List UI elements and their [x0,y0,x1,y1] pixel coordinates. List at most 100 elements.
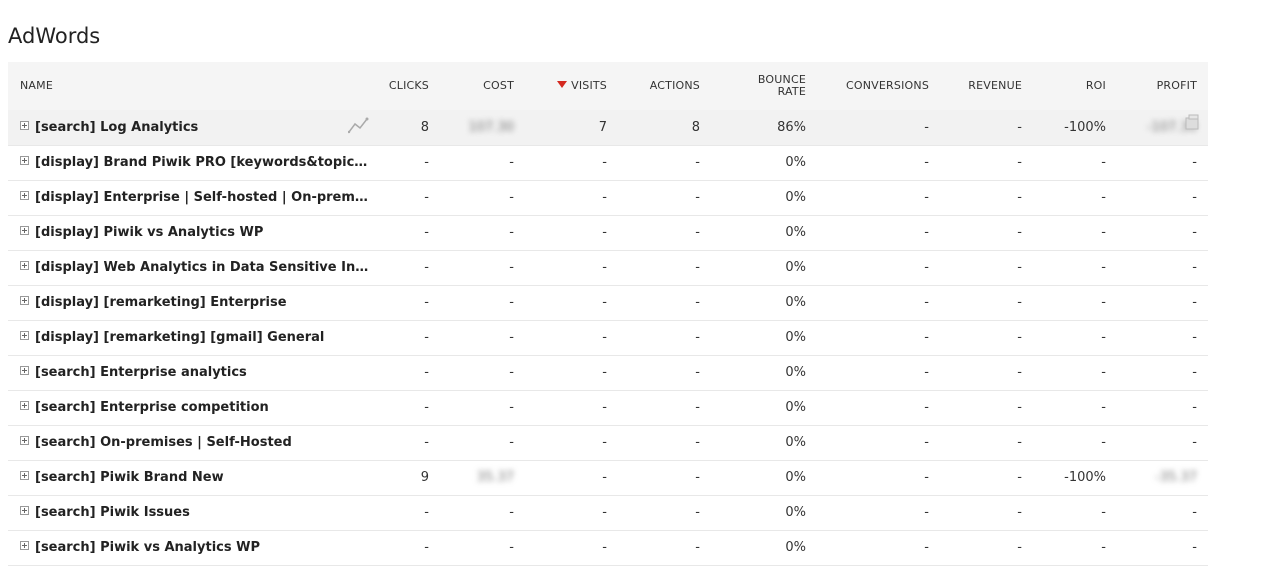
expand-plus-icon[interactable] [20,226,29,235]
cell-revenue-value: - [1017,295,1022,310]
row-actions-icon[interactable] [1184,113,1200,131]
expand-plus-icon[interactable] [20,191,29,200]
row-name-cell[interactable]: [display] Enterprise | Self-hosted | On-… [8,180,375,215]
cell-visits: - [525,355,618,390]
cell-conversions-value: - [924,400,929,415]
column-header-roi[interactable]: ROI [1033,62,1117,110]
column-header-revenue[interactable]: REVENUE [940,62,1033,110]
expand-plus-icon[interactable] [20,296,29,305]
table-row[interactable]: [search] Piwik Brand New 9 35.37 - - 0% - - -100… [8,460,1208,495]
expand-plus-icon[interactable] [20,541,29,550]
cell-profit: - [1117,425,1208,460]
column-header-actions[interactable]: ACTIONS [618,62,711,110]
cell-roi-value: - [1101,435,1106,450]
cell-conversions-value: - [924,330,929,345]
table-row[interactable]: [display] Enterprise | Self-hosted | On-… [8,180,1208,215]
cell-revenue-value: - [1017,505,1022,520]
table-row[interactable]: [search] Enterprise competition - - - - 0% - - -… [8,390,1208,425]
cell-roi-value: - [1101,505,1106,520]
expand-plus-icon[interactable] [20,261,29,270]
table-row[interactable]: [search] Piwik Issues - - - - 0% - - - - [8,495,1208,530]
row-name-cell[interactable]: [search] Piwik Issues [8,495,375,530]
cell-profit-value: - [1192,540,1197,555]
table-row[interactable]: [search] Piwik vs Analytics WP - - - - 0% - - - - [8,530,1208,565]
cell-profit-value: - [1192,295,1197,310]
table-row[interactable]: [display] Web Analytics in Data Sensitiv… [8,250,1208,285]
expand-plus-icon[interactable] [20,471,29,480]
cell-profit-value: - [1192,155,1197,170]
column-header-cost[interactable]: COST [440,62,525,110]
column-header-visits-label: VISITS [571,79,607,92]
row-label: [search] Enterprise analytics [35,365,247,380]
row-name-cell[interactable]: [search] Enterprise analytics [8,355,375,390]
cell-cost-value: - [509,260,514,275]
table-row[interactable]: [search] Enterprise analytics - - - - 0% - - - - [8,355,1208,390]
expand-plus-icon[interactable] [20,156,29,165]
cell-profit: - [1117,145,1208,180]
cell-cost: - [440,495,525,530]
cell-cost: - [440,145,525,180]
row-name-cell[interactable]: [display] Piwik vs Analytics WP [8,215,375,250]
cell-bounce-rate-value: 0% [785,435,806,450]
cell-clicks: - [375,390,440,425]
expand-plus-icon[interactable] [20,331,29,340]
cell-cost: - [440,390,525,425]
expand-plus-icon[interactable] [20,120,29,130]
row-label: [display] [remarketing] [gmail] General [35,330,325,345]
row-name-cell[interactable]: [search] Enterprise competition [8,390,375,425]
row-name-cell[interactable]: [search] Log Analytics [8,110,375,145]
column-header-visits[interactable]: VISITS [525,62,618,110]
cell-conversions: - [814,460,940,495]
cell-roi: -100% [1033,110,1117,145]
cell-cost-value: - [509,400,514,415]
cell-bounce-rate: 0% [711,425,814,460]
cell-roi-value: - [1101,155,1106,170]
row-label: [search] On-premises | Self-Hosted [35,435,292,450]
row-name-cell[interactable]: [display] [remarketing] Enterprise [8,285,375,320]
cell-clicks: 9 [375,460,440,495]
cell-roi-value: - [1101,260,1106,275]
row-name-cell[interactable]: [search] On-premises | Self-Hosted [8,425,375,460]
row-name-cell[interactable]: [display] Web Analytics in Data Sensitiv… [8,250,375,285]
cell-roi: -100% [1033,460,1117,495]
cell-bounce-rate-value: 0% [785,155,806,170]
cell-profit: - [1117,495,1208,530]
cell-conversions-value: - [924,190,929,205]
cell-revenue: - [940,530,1033,565]
column-header-clicks[interactable]: CLICKS [375,62,440,110]
cell-actions-value: - [695,190,700,205]
table-row[interactable]: [display] [remarketing] Enterprise - - - - 0%… [8,285,1208,320]
cell-cost: - [440,530,525,565]
cell-actions: - [618,530,711,565]
row-name-cell[interactable]: [search] Piwik vs Analytics WP [8,530,375,565]
expand-plus-icon[interactable] [20,401,29,410]
column-header-name[interactable]: NAME [8,62,375,110]
cell-conversions-value: - [924,470,929,485]
cell-bounce-rate: 0% [711,250,814,285]
column-header-conversions[interactable]: CONVERSIONS [814,62,940,110]
expand-plus-icon[interactable] [20,366,29,375]
table-row[interactable]: [search] Log Analytics 8 107.30 7 8 86% - - -100… [8,110,1208,145]
expand-plus-icon[interactable] [20,436,29,445]
table-row[interactable]: [display] Piwik vs Analytics WP - - - - 0% - - -… [8,215,1208,250]
column-header-profit[interactable]: PROFIT [1117,62,1208,110]
table-row[interactable]: [search] On-premises | Self-Hosted - - - - 0%… [8,425,1208,460]
cell-roi: - [1033,320,1117,355]
cell-roi: - [1033,145,1117,180]
row-name-cell[interactable]: [search] Piwik Brand New [8,460,375,495]
cell-profit-value: - [1192,190,1197,205]
cell-cost: - [440,180,525,215]
cell-revenue: - [940,425,1033,460]
cell-roi-value: - [1101,540,1106,555]
cell-revenue: - [940,215,1033,250]
cell-conversions: - [814,425,940,460]
table-row[interactable]: [display] [remarketing] [gmail] General -… [8,320,1208,355]
row-name-cell[interactable]: [display] Brand Piwik PRO [keywords&topi… [8,145,375,180]
row-name-cell[interactable]: [display] [remarketing] [gmail] General [8,320,375,355]
expand-plus-icon[interactable] [20,506,29,515]
cell-actions-value: 8 [691,119,700,135]
table-row[interactable]: [display] Brand Piwik PRO [keywords&topi… [8,145,1208,180]
row-evolution-icon[interactable] [348,116,370,134]
column-header-bounce-rate[interactable]: BOUNCE RATE [711,62,814,110]
cell-revenue: - [940,285,1033,320]
